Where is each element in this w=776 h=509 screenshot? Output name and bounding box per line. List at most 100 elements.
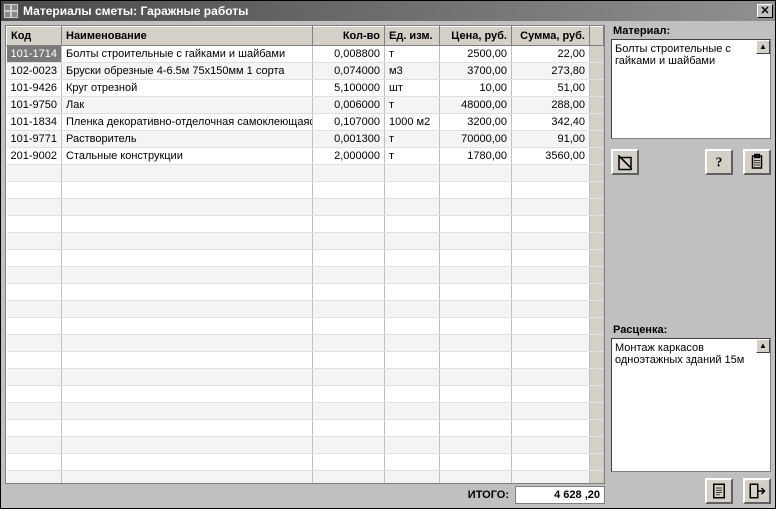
cell-price <box>440 301 512 318</box>
col-qty[interactable]: Кол-во <box>313 27 385 46</box>
cell-price[interactable]: 10,00 <box>440 80 512 97</box>
cell-price[interactable]: 70000,00 <box>440 131 512 148</box>
cell-name[interactable]: Стальные конструкции <box>62 148 313 165</box>
cell-name[interactable]: Бруски обрезные 4-6.5м 75х150мм 1 сорта <box>62 63 313 80</box>
cell-qty[interactable]: 0,001300 <box>313 131 385 148</box>
table-header-row: Код Наименование Кол-во Ед. изм. Цена, р… <box>7 27 604 46</box>
cell-unit <box>385 335 440 352</box>
cell-price[interactable]: 2500,00 <box>440 46 512 63</box>
cell-unit[interactable]: 1000 м2 <box>385 114 440 131</box>
cell-sum <box>512 301 590 318</box>
cell-qty <box>313 471 385 485</box>
cell-qty[interactable]: 2,000000 <box>313 148 385 165</box>
scroll-up-icon[interactable]: ▲ <box>756 339 770 353</box>
cell-code[interactable]: 201-9002 <box>7 148 62 165</box>
cell-name[interactable]: Лак <box>62 97 313 114</box>
cell-name[interactable]: Болты строительные с гайками и шайбами <box>62 46 313 63</box>
rate-textbox[interactable]: Монтаж каркасов одноэтажных зданий 15м ▲ <box>611 338 771 472</box>
cell-qty[interactable]: 0,008800 <box>313 46 385 63</box>
cell-unit[interactable]: т <box>385 131 440 148</box>
table-row[interactable]: 201-9002Стальные конструкции2,000000т178… <box>7 148 604 165</box>
cell-price[interactable]: 48000,00 <box>440 97 512 114</box>
col-price[interactable]: Цена, руб. <box>440 27 512 46</box>
cell-unit <box>385 165 440 182</box>
cell-unit <box>385 471 440 485</box>
cell-sum <box>512 284 590 301</box>
help-button[interactable]: ? <box>705 149 733 175</box>
cell-qty[interactable]: 0,107000 <box>313 114 385 131</box>
cell-qty <box>313 301 385 318</box>
cell-code[interactable]: 101-1714 <box>7 46 62 63</box>
cell-name <box>62 182 313 199</box>
cell-sum[interactable]: 288,00 <box>512 97 590 114</box>
cell-sum[interactable]: 273,80 <box>512 63 590 80</box>
material-textbox[interactable]: Болты строительные с гайками и шайбами ▲ <box>611 39 771 139</box>
help-icon: ? <box>710 153 728 171</box>
cell-sum[interactable]: 91,00 <box>512 131 590 148</box>
materials-table[interactable]: Код Наименование Кол-во Ед. изм. Цена, р… <box>5 25 605 484</box>
cell-sum <box>512 403 590 420</box>
cell-price[interactable]: 3700,00 <box>440 63 512 80</box>
col-unit[interactable]: Ед. изм. <box>385 27 440 46</box>
table-row <box>7 437 604 454</box>
cell-price <box>440 284 512 301</box>
table-row <box>7 284 604 301</box>
cell-qty <box>313 199 385 216</box>
table-row[interactable]: 101-1834Пленка декоративно-отделочная са… <box>7 114 604 131</box>
cell-price[interactable]: 3200,00 <box>440 114 512 131</box>
cell-sum <box>512 420 590 437</box>
cell-qty[interactable]: 0,074000 <box>313 63 385 80</box>
cell-price <box>440 267 512 284</box>
cell-qty[interactable]: 5,100000 <box>313 80 385 97</box>
table-row[interactable]: 101-9750Лак0,006000т48000,00288,00 <box>7 97 604 114</box>
cell-unit <box>385 437 440 454</box>
cell-sum <box>512 386 590 403</box>
titlebar: Материалы сметы: Гаражные работы ✕ <box>1 1 775 21</box>
table-row[interactable]: 101-1714Болты строительные с гайками и ш… <box>7 46 604 63</box>
cell-code <box>7 471 62 485</box>
scrollbar-cell <box>590 318 604 335</box>
cell-sum[interactable]: 22,00 <box>512 46 590 63</box>
cell-code[interactable]: 101-9750 <box>7 97 62 114</box>
clipboard-button[interactable] <box>743 149 771 175</box>
cell-sum[interactable]: 342,40 <box>512 114 590 131</box>
cell-code[interactable]: 101-1834 <box>7 114 62 131</box>
scroll-up-icon[interactable]: ▲ <box>756 40 770 54</box>
cell-unit[interactable]: т <box>385 46 440 63</box>
cell-name[interactable]: Круг отрезной <box>62 80 313 97</box>
cell-name[interactable]: Растворитель <box>62 131 313 148</box>
exit-button[interactable] <box>743 478 771 504</box>
col-sum[interactable]: Сумма, руб. <box>512 27 590 46</box>
scrollbar-cell <box>590 131 604 148</box>
cell-code[interactable]: 102-0023 <box>7 63 62 80</box>
cell-qty <box>313 420 385 437</box>
cell-price[interactable]: 1780,00 <box>440 148 512 165</box>
scrollbar-cell <box>590 97 604 114</box>
cell-name <box>62 335 313 352</box>
document-button[interactable] <box>705 478 733 504</box>
cell-name[interactable]: Пленка декоративно-отделочная самоклеюща… <box>62 114 313 131</box>
cell-qty[interactable]: 0,006000 <box>313 97 385 114</box>
col-code[interactable]: Код <box>7 27 62 46</box>
cell-sum[interactable]: 51,00 <box>512 80 590 97</box>
table-row <box>7 182 604 199</box>
cell-unit[interactable]: м3 <box>385 63 440 80</box>
close-button[interactable]: ✕ <box>757 4 773 18</box>
cell-unit[interactable]: шт <box>385 80 440 97</box>
cell-qty <box>313 369 385 386</box>
cell-unit[interactable]: т <box>385 148 440 165</box>
table-row <box>7 216 604 233</box>
table-row[interactable]: 102-0023Бруски обрезные 4-6.5м 75х150мм … <box>7 63 604 80</box>
cell-unit[interactable]: т <box>385 97 440 114</box>
col-name[interactable]: Наименование <box>62 27 313 46</box>
scrollbar-cell <box>590 267 604 284</box>
delete-button[interactable] <box>611 149 639 175</box>
cell-sum[interactable]: 3560,00 <box>512 148 590 165</box>
cell-code <box>7 182 62 199</box>
cell-code[interactable]: 101-9771 <box>7 131 62 148</box>
cell-code[interactable]: 101-9426 <box>7 80 62 97</box>
table-row[interactable]: 101-9426Круг отрезной5,100000шт10,0051,0… <box>7 80 604 97</box>
cell-qty <box>313 250 385 267</box>
table-row[interactable]: 101-9771Растворитель0,001300т70000,0091,… <box>7 131 604 148</box>
cell-sum <box>512 369 590 386</box>
